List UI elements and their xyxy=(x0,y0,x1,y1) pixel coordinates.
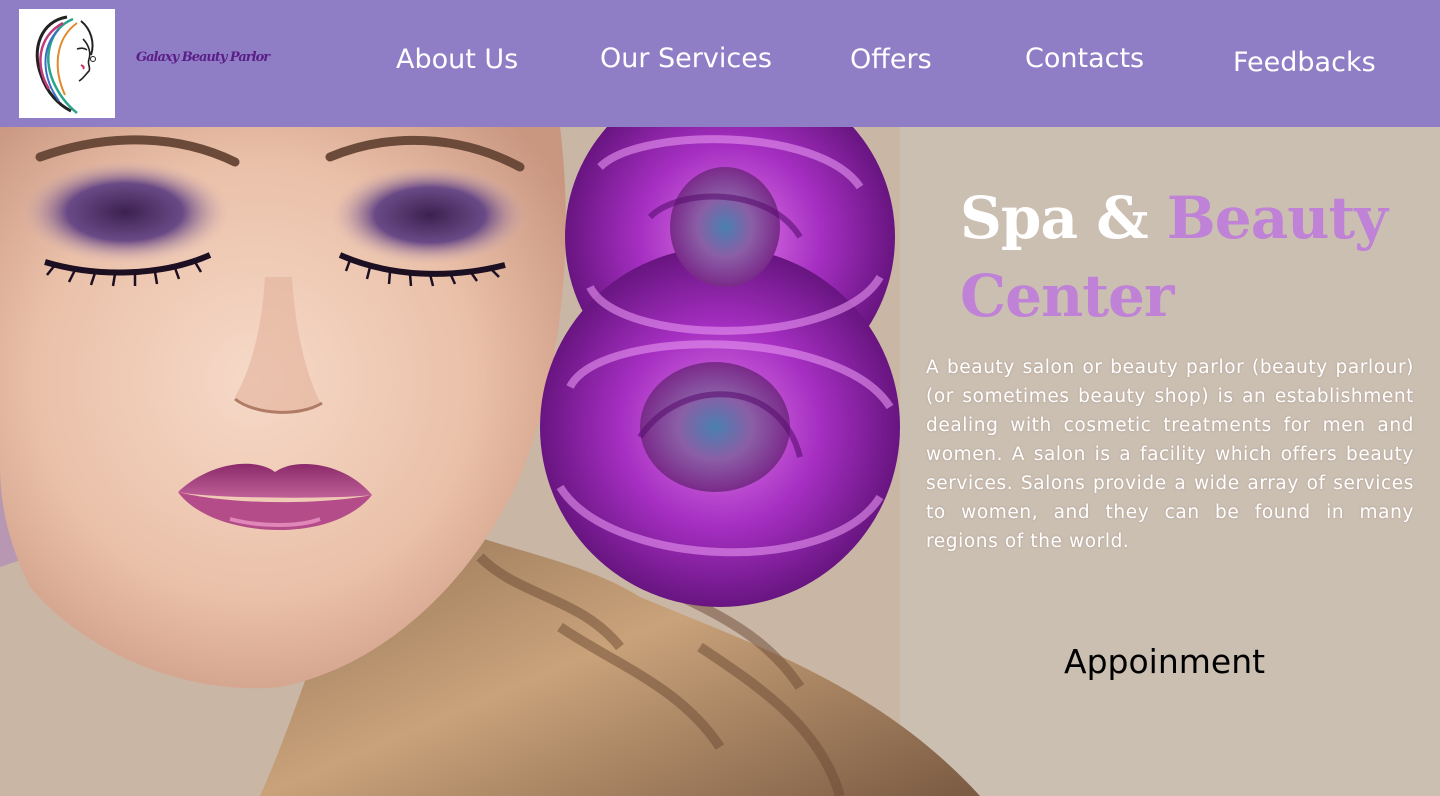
page: Galaxy Beauty Parlor About Us Our Servic… xyxy=(0,0,1440,796)
nav-contacts-link[interactable]: Contacts xyxy=(1025,43,1144,74)
hero-description: A beauty salon or beauty parlor (beauty … xyxy=(926,357,1414,552)
face-sketch-logo-icon xyxy=(19,9,115,118)
nav-offers-link[interactable]: Offers xyxy=(850,44,932,75)
nav-our-services-link[interactable]: Our Services xyxy=(600,43,772,74)
appointment-button[interactable]: Appoinment xyxy=(1064,642,1265,681)
hero-headline: Spa & Beauty Center xyxy=(960,179,1400,335)
nav-feedbacks-link[interactable]: Feedbacks xyxy=(1233,47,1376,78)
brand-name[interactable]: Galaxy Beauty Parlor xyxy=(136,50,270,65)
header-bar: Galaxy Beauty Parlor About Us Our Servic… xyxy=(0,0,1440,127)
headline-spa-text: Spa & xyxy=(960,184,1167,252)
site-logo[interactable] xyxy=(19,9,115,118)
nav-about-us-link[interactable]: About Us xyxy=(396,44,518,75)
hero-section: Spa & Beauty Center A beauty salon or be… xyxy=(0,127,1440,796)
